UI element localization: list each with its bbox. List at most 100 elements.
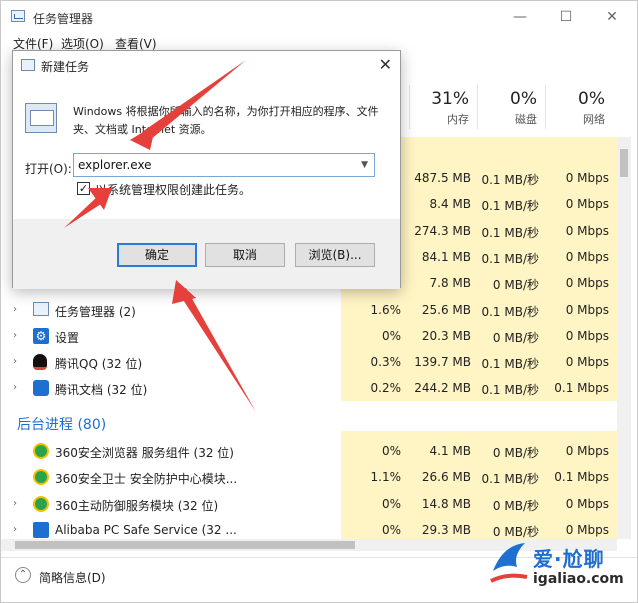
process-disk: 0 MB/秒 [492, 330, 539, 345]
process-net: 0 Mbps [565, 522, 609, 537]
brief-info-link[interactable]: 简略信息(D) [39, 569, 106, 586]
process-cpu: 0.3% [370, 355, 402, 370]
qq-penguin-icon [33, 354, 49, 371]
360-defense-icon [33, 495, 49, 512]
process-name: 任务管理器 (2) [55, 304, 136, 319]
process-net: 0 Mbps [565, 444, 609, 458]
chevron-up-icon[interactable]: ⌃ [15, 567, 31, 583]
process-disk: 0.1 MB/秒 [481, 472, 539, 487]
process-disk: 0.1 MB/秒 [481, 225, 539, 240]
process-cpu: 0% [381, 444, 401, 458]
process-net: 0 Mbps [565, 328, 609, 343]
dialog-title-bar: 新建任务 ✕ [13, 51, 400, 81]
table-row[interactable]: 360安全卫士 安全防护中心模块... 1.1% 26.6 MB 0.1 MB/秒 0.… [1, 464, 617, 490]
table-row[interactable]: › ⚙ 设置 0% 20.3 MB 0 MB/秒 0 Mbps [1, 323, 617, 349]
process-name: 360安全浏览器 服务组件 (32 位) [55, 446, 234, 460]
close-button[interactable]: ✕ [589, 1, 635, 33]
dialog-body: Windows 将根据你所输入的名称，为你打开相应的程序、文件夹、文档或 Int… [13, 81, 400, 219]
background-processes-heading[interactable]: 后台进程 (80) [17, 414, 106, 434]
process-net: 0 Mbps [565, 276, 609, 291]
section-row-gap [341, 401, 617, 431]
process-mem: 139.7 MB [414, 355, 471, 370]
browse-button[interactable]: 浏览(B)... [295, 243, 375, 267]
open-label: 打开(O): [25, 162, 72, 176]
process-net: 0 Mbps [565, 355, 609, 370]
process-mem: 20.3 MB [421, 328, 471, 343]
network-percent: 0% [578, 89, 605, 109]
settings-gear-icon: ⚙ [33, 327, 49, 344]
chevron-right-icon[interactable]: › [13, 356, 17, 367]
cancel-button[interactable]: 取消 [205, 243, 285, 267]
scroll-thumb[interactable] [620, 149, 628, 177]
process-name: Alibaba PC Safe Service (32 ... [55, 522, 237, 537]
process-mem: 29.3 MB [421, 522, 471, 537]
process-disk: 0 MB/秒 [492, 446, 539, 460]
360-guard-icon [33, 469, 49, 486]
process-name: 360安全卫士 安全防护中心模块... [55, 472, 238, 487]
process-mem: 487.5 MB [414, 171, 471, 185]
process-cpu: 0% [381, 328, 401, 343]
new-task-dialog: 新建任务 ✕ Windows 将根据你所输入的名称，为你打开相应的程序、文件夹、… [12, 50, 401, 289]
table-row[interactable]: 360安全浏览器 服务组件 (32 位) 0% 4.1 MB 0 MB/秒 0 Mbps [1, 438, 617, 464]
chevron-right-icon[interactable]: › [13, 524, 17, 535]
dialog-close-button[interactable]: ✕ [379, 55, 392, 74]
process-name: 设置 [55, 330, 80, 345]
process-mem: 7.8 MB [429, 276, 471, 291]
table-row[interactable]: › 360主动防御服务模块 (32 位) 0% 14.8 MB 0 MB/秒 0 Mbps [1, 491, 617, 517]
open-input-value: explorer.exe [78, 158, 152, 172]
maximize-button[interactable]: ☐ [543, 1, 589, 33]
column-memory[interactable]: 31% 内存 [409, 85, 477, 129]
alibaba-icon [33, 521, 49, 538]
process-name: 腾讯文档 (32 位) [55, 383, 148, 398]
process-cpu: 1.6% [370, 302, 402, 317]
chevron-right-icon[interactable]: › [13, 382, 17, 393]
table-row[interactable]: › 任务管理器 (2) 1.6% 25.6 MB 0.1 MB/秒 0 Mbps [1, 297, 617, 323]
process-disk: 0.1 MB/秒 [481, 304, 539, 319]
task-manager-app-icon [11, 10, 25, 22]
admin-checkbox-label[interactable]: 以系统管理权限创建此任务。 [95, 181, 251, 198]
process-mem: 84.1 MB [421, 249, 471, 264]
watermark-logo: 爱·尬聊 igaliao.com [487, 537, 637, 597]
chevron-right-icon[interactable]: › [13, 330, 17, 341]
minimize-button[interactable]: — [497, 1, 543, 33]
taskmgr-icon [33, 301, 49, 318]
hscroll-thumb[interactable] [15, 541, 355, 549]
process-disk: 0 MB/秒 [492, 278, 539, 293]
process-mem: 4.1 MB [429, 444, 471, 458]
column-disk[interactable]: 0% 磁盘 [477, 85, 545, 129]
chevron-right-icon[interactable]: › [13, 498, 17, 509]
watermark-bird-icon [490, 543, 528, 583]
admin-checkbox[interactable]: ✓ [77, 182, 90, 195]
process-net: 0 Mbps [565, 496, 609, 511]
dialog-task-icon [21, 59, 35, 71]
watermark-url: igaliao.com [533, 571, 624, 587]
process-cpu: 0% [381, 496, 401, 511]
process-net: 0.1 Mbps [554, 381, 609, 396]
watermark-text: 爱·尬聊 [533, 547, 605, 571]
run-program-icon [25, 103, 57, 133]
vertical-scrollbar[interactable] [617, 137, 631, 539]
process-cpu: 0.2% [370, 381, 402, 396]
process-name: 360主动防御服务模块 (32 位) [55, 498, 219, 513]
process-mem: 25.6 MB [421, 302, 471, 317]
column-network[interactable]: 0% 网络 [545, 85, 613, 129]
dialog-description: Windows 将根据你所输入的名称，为你打开相应的程序、文件夹、文档或 Int… [73, 105, 379, 136]
process-disk: 0 MB/秒 [492, 498, 539, 513]
process-mem: 14.8 MB [421, 496, 471, 511]
process-cpu: 1.1% [370, 470, 402, 485]
process-disk: 0.1 MB/秒 [481, 173, 539, 187]
process-net: 0 Mbps [565, 302, 609, 317]
chevron-right-icon[interactable]: › [13, 304, 17, 315]
tencent-docs-icon [33, 380, 49, 397]
process-net: 0 Mbps [565, 171, 609, 185]
disk-label: 磁盘 [515, 113, 537, 126]
process-disk: 0.1 MB/秒 [481, 383, 539, 398]
table-row[interactable]: › 腾讯文档 (32 位) 0.2% 244.2 MB 0.1 MB/秒 0.1 Mbps [1, 375, 617, 401]
process-mem: 274.3 MB [414, 223, 471, 238]
table-row[interactable]: › 腾讯QQ (32 位) 0.3% 139.7 MB 0.1 MB/秒 0 Mbps [1, 349, 617, 375]
window-title: 任务管理器 [33, 12, 94, 26]
process-mem: 8.4 MB [429, 197, 471, 212]
ok-button[interactable]: 确定 [117, 243, 197, 267]
open-input[interactable]: explorer.exe ▼ [73, 153, 375, 177]
chevron-down-icon[interactable]: ▼ [361, 154, 368, 176]
